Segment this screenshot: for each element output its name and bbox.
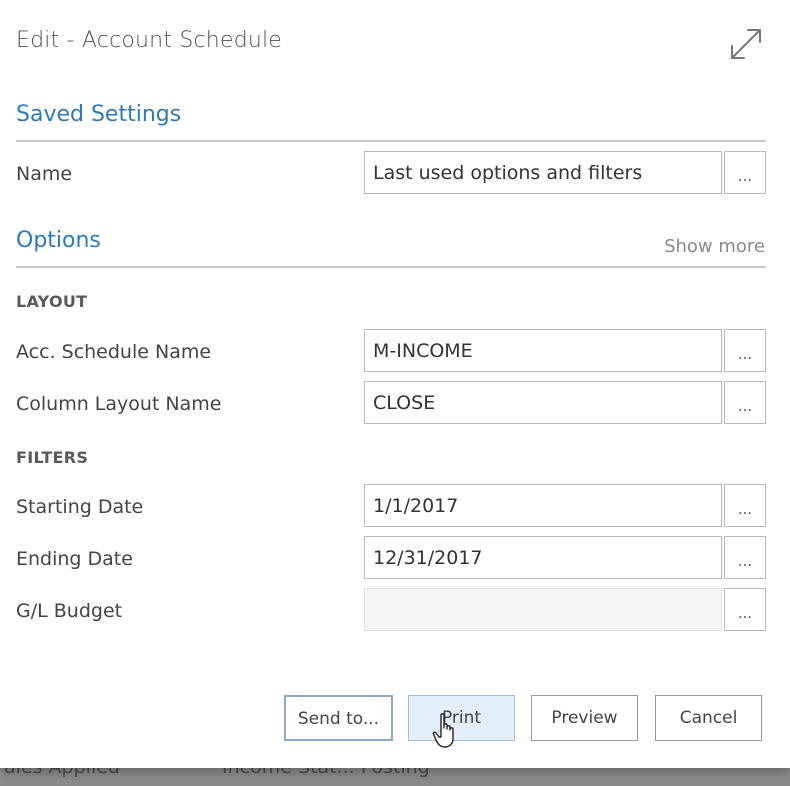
column-layout-name-field[interactable]: CLOSE xyxy=(364,381,722,424)
layout-group-label: LAYOUT xyxy=(16,292,88,311)
ending-date-lookup-button[interactable]: ... xyxy=(724,536,766,579)
starting-date-lookup-button[interactable]: ... xyxy=(724,484,766,527)
ending-date-label: Ending Date xyxy=(16,548,133,570)
acc-schedule-name-field[interactable]: M-INCOME xyxy=(364,329,722,372)
name-field[interactable]: Last used options and filters xyxy=(364,151,722,194)
hand-pointer-cursor-icon xyxy=(432,713,454,748)
column-layout-name-label: Column Layout Name xyxy=(16,393,222,415)
starting-date-field[interactable]: 1/1/2017 xyxy=(364,484,722,527)
saved-settings-divider xyxy=(16,140,766,142)
gl-budget-label: G/L Budget xyxy=(16,600,123,622)
expand-icon[interactable] xyxy=(728,26,764,62)
filters-group-label: FILTERS xyxy=(16,448,89,467)
name-lookup-button[interactable]: ... xyxy=(724,151,766,194)
options-divider xyxy=(16,266,766,268)
acc-schedule-lookup-button[interactable]: ... xyxy=(724,329,766,372)
gl-budget-field[interactable] xyxy=(364,588,722,631)
dialog-title: Edit - Account Schedule xyxy=(16,28,283,53)
show-more-link[interactable]: Show more xyxy=(664,236,765,257)
options-heading[interactable]: Options xyxy=(16,228,101,253)
gl-budget-lookup-button[interactable]: ... xyxy=(724,588,766,631)
send-to-button[interactable]: Send to... xyxy=(284,695,393,741)
name-label: Name xyxy=(16,163,73,185)
ending-date-field[interactable]: 12/31/2017 xyxy=(364,536,722,579)
account-schedule-dialog: Edit - Account Schedule Saved Settings N… xyxy=(0,0,790,768)
cancel-button[interactable]: Cancel xyxy=(655,695,762,741)
preview-button[interactable]: Preview xyxy=(531,695,638,741)
starting-date-label: Starting Date xyxy=(16,496,144,518)
acc-schedule-name-label: Acc. Schedule Name xyxy=(16,341,212,363)
saved-settings-heading[interactable]: Saved Settings xyxy=(16,102,181,127)
column-layout-lookup-button[interactable]: ... xyxy=(724,381,766,424)
